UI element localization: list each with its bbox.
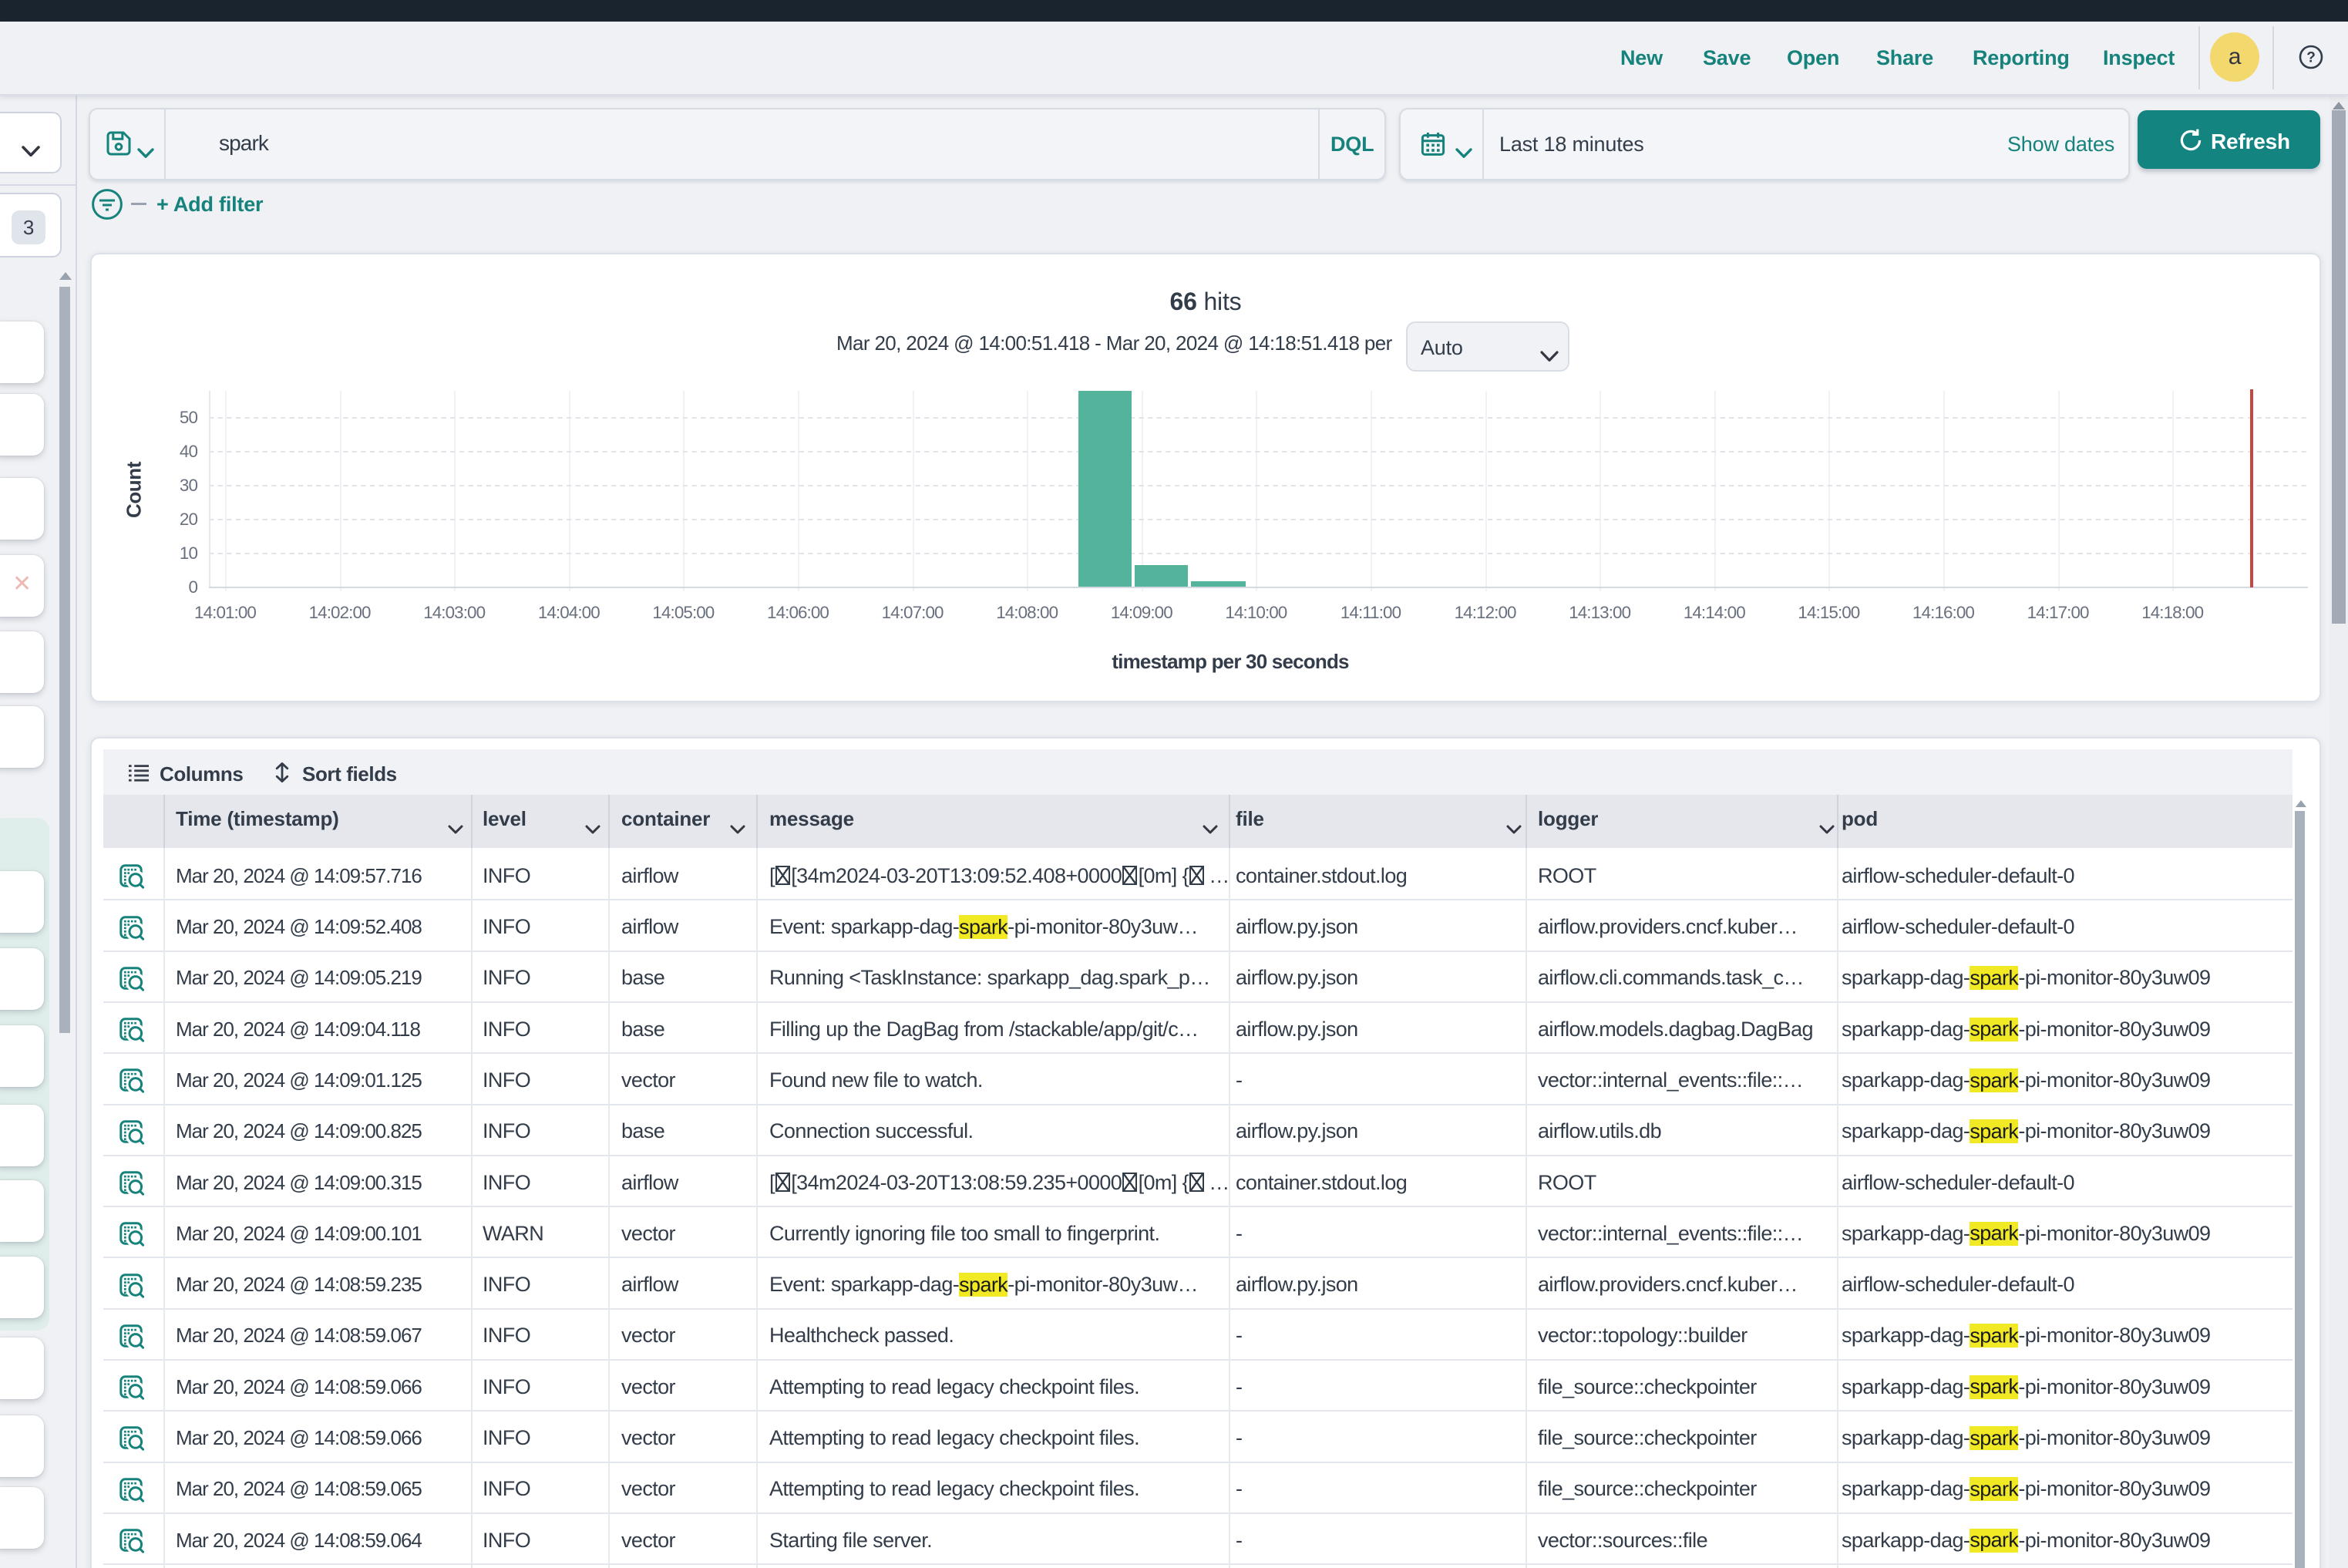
svg-text:?: ?: [2306, 50, 2315, 66]
